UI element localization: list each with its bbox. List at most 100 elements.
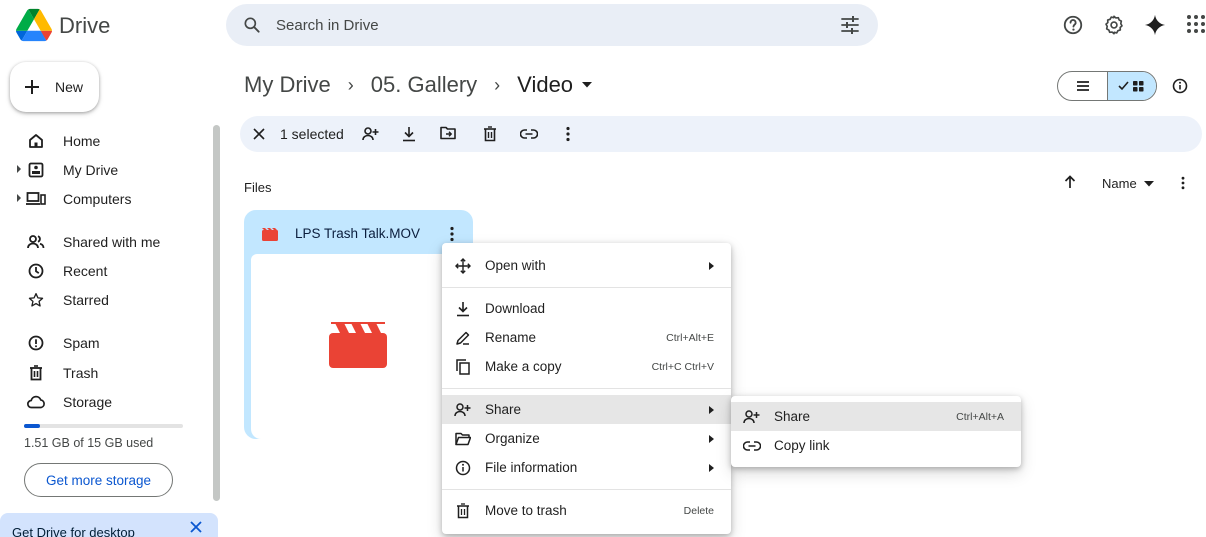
menu-item-label: Move to trash <box>485 503 567 518</box>
breadcrumb-item[interactable]: 05. Gallery <box>371 72 477 98</box>
sidebar-item-label: Computers <box>63 191 132 207</box>
search-icon[interactable] <box>242 15 262 35</box>
breadcrumb-item[interactable]: My Drive <box>244 72 331 98</box>
search-bar[interactable] <box>226 4 878 46</box>
sidebar-item-label: Starred <box>63 292 109 308</box>
storage-usage-fill <box>24 424 40 428</box>
menu-item-label: Rename <box>485 330 537 345</box>
share-icon[interactable] <box>362 126 380 142</box>
dropdown-arrow-icon[interactable] <box>582 82 593 88</box>
sort-direction-arrow-icon[interactable] <box>1064 175 1076 189</box>
my-drive-icon <box>26 160 46 180</box>
gemini-icon[interactable] <box>1144 14 1166 36</box>
sort-by-name-button[interactable]: Name <box>1102 176 1154 191</box>
help-icon[interactable] <box>1062 14 1084 36</box>
sidebar-item-recent[interactable]: Recent <box>14 258 204 284</box>
menu-item-make-a-copy[interactable]: Make a copy Ctrl+C Ctrl+V <box>442 352 731 381</box>
shortcut-hint: Delete <box>683 504 714 517</box>
home-icon <box>26 131 46 151</box>
expand-caret-icon[interactable] <box>16 165 22 173</box>
menu-item-label: Make a copy <box>485 359 562 374</box>
video-file-icon <box>262 227 278 241</box>
sidebar-item-label: My Drive <box>63 162 119 178</box>
spam-icon <box>26 333 46 353</box>
breadcrumb: My Drive › 05. Gallery › Video <box>244 72 593 98</box>
menu-item-organize[interactable]: Organize <box>442 424 731 453</box>
selection-count: 1 selected <box>280 126 344 142</box>
menu-divider <box>442 489 731 490</box>
more-vert-icon[interactable] <box>450 226 454 242</box>
promo-text: Get Drive for desktop <box>12 525 135 537</box>
file-thumbnail[interactable] <box>251 254 466 439</box>
chevron-right-icon: › <box>347 74 354 95</box>
sidebar-item-starred[interactable]: Starred <box>14 287 204 313</box>
menu-item-file-information[interactable]: File information <box>442 453 731 482</box>
menu-item-move-to-trash[interactable]: Move to trash Delete <box>442 496 731 525</box>
menu-divider <box>442 388 731 389</box>
settings-icon[interactable] <box>1103 14 1125 36</box>
sidebar-item-my-drive[interactable]: My Drive <box>14 157 204 183</box>
menu-item-label: Copy link <box>774 438 830 453</box>
submenu-arrow-icon <box>709 405 714 414</box>
search-input[interactable] <box>276 4 836 46</box>
more-vert-icon[interactable] <box>1181 176 1185 190</box>
clock-icon <box>26 261 46 281</box>
sidebar-scrollbar[interactable] <box>213 125 220 501</box>
sidebar-item-shared-with-me[interactable]: Shared with me <box>14 229 204 255</box>
share-icon <box>742 409 762 425</box>
submenu-item-share[interactable]: Share Ctrl+Alt+A <box>731 402 1021 431</box>
section-title-files: Files <box>244 180 272 195</box>
sidebar-item-trash[interactable]: Trash <box>14 360 204 386</box>
sidebar-item-spam[interactable]: Spam <box>14 330 204 356</box>
sidebar-item-storage[interactable]: Storage <box>14 389 204 415</box>
menu-item-label: Download <box>485 301 546 316</box>
new-button[interactable]: New <box>10 62 99 112</box>
shortcut-hint: Ctrl+Alt+E <box>666 331 714 344</box>
shared-icon <box>26 232 46 252</box>
sidebar-item-label: Spam <box>63 335 100 351</box>
shortcut-hint: Ctrl+C Ctrl+V <box>651 360 714 373</box>
menu-item-open-with[interactable]: Open with <box>442 251 731 280</box>
menu-divider <box>442 287 731 288</box>
menu-item-download[interactable]: Download <box>442 294 731 323</box>
menu-item-rename[interactable]: Rename Ctrl+Alt+E <box>442 323 731 352</box>
download-icon <box>453 301 473 317</box>
trash-icon[interactable] <box>483 126 497 142</box>
new-button-label: New <box>55 79 84 95</box>
breadcrumb-current[interactable]: Video <box>517 72 573 98</box>
desktop-promo-banner[interactable]: Get Drive for desktop <box>0 513 218 537</box>
close-icon[interactable] <box>190 521 202 533</box>
download-icon[interactable] <box>402 126 416 142</box>
submenu-item-copy-link[interactable]: Copy link <box>731 431 1021 460</box>
menu-item-label: Open with <box>485 258 546 273</box>
link-icon[interactable] <box>520 128 538 140</box>
storage-usage-text: 1.51 GB of 15 GB used <box>24 436 154 450</box>
sidebar-item-label: Home <box>63 133 101 149</box>
submenu-arrow-icon <box>709 434 714 443</box>
sidebar-item-home[interactable]: Home <box>14 128 204 154</box>
shortcut-hint: Ctrl+Alt+A <box>956 410 1004 423</box>
more-vert-icon[interactable] <box>566 126 570 142</box>
clear-selection-icon[interactable] <box>253 128 265 140</box>
copy-icon <box>453 358 473 375</box>
storage-usage-bar <box>24 424 183 428</box>
search-options-icon[interactable] <box>840 16 860 34</box>
sidebar-item-label: Trash <box>63 365 99 381</box>
sidebar-item-computers[interactable]: Computers <box>14 186 204 212</box>
move-to-folder-icon[interactable] <box>440 126 456 140</box>
sort-label: Name <box>1102 176 1137 191</box>
file-card[interactable]: LPS Trash Talk.MOV <box>244 210 473 439</box>
view-toggle <box>1057 71 1157 101</box>
drive-logo-icon[interactable] <box>16 8 52 42</box>
file-name[interactable]: LPS Trash Talk.MOV <box>295 226 420 241</box>
info-icon[interactable] <box>1172 78 1188 94</box>
menu-item-share[interactable]: Share <box>442 395 731 424</box>
apps-icon[interactable] <box>1186 14 1206 34</box>
list-view-button[interactable] <box>1058 72 1107 100</box>
dropdown-arrow-icon <box>1143 180 1154 187</box>
link-icon <box>742 440 762 452</box>
move-arrows-icon <box>453 257 473 274</box>
expand-caret-icon[interactable] <box>16 194 22 202</box>
get-more-storage-button[interactable]: Get more storage <box>24 463 173 497</box>
grid-view-button[interactable] <box>1107 72 1156 100</box>
